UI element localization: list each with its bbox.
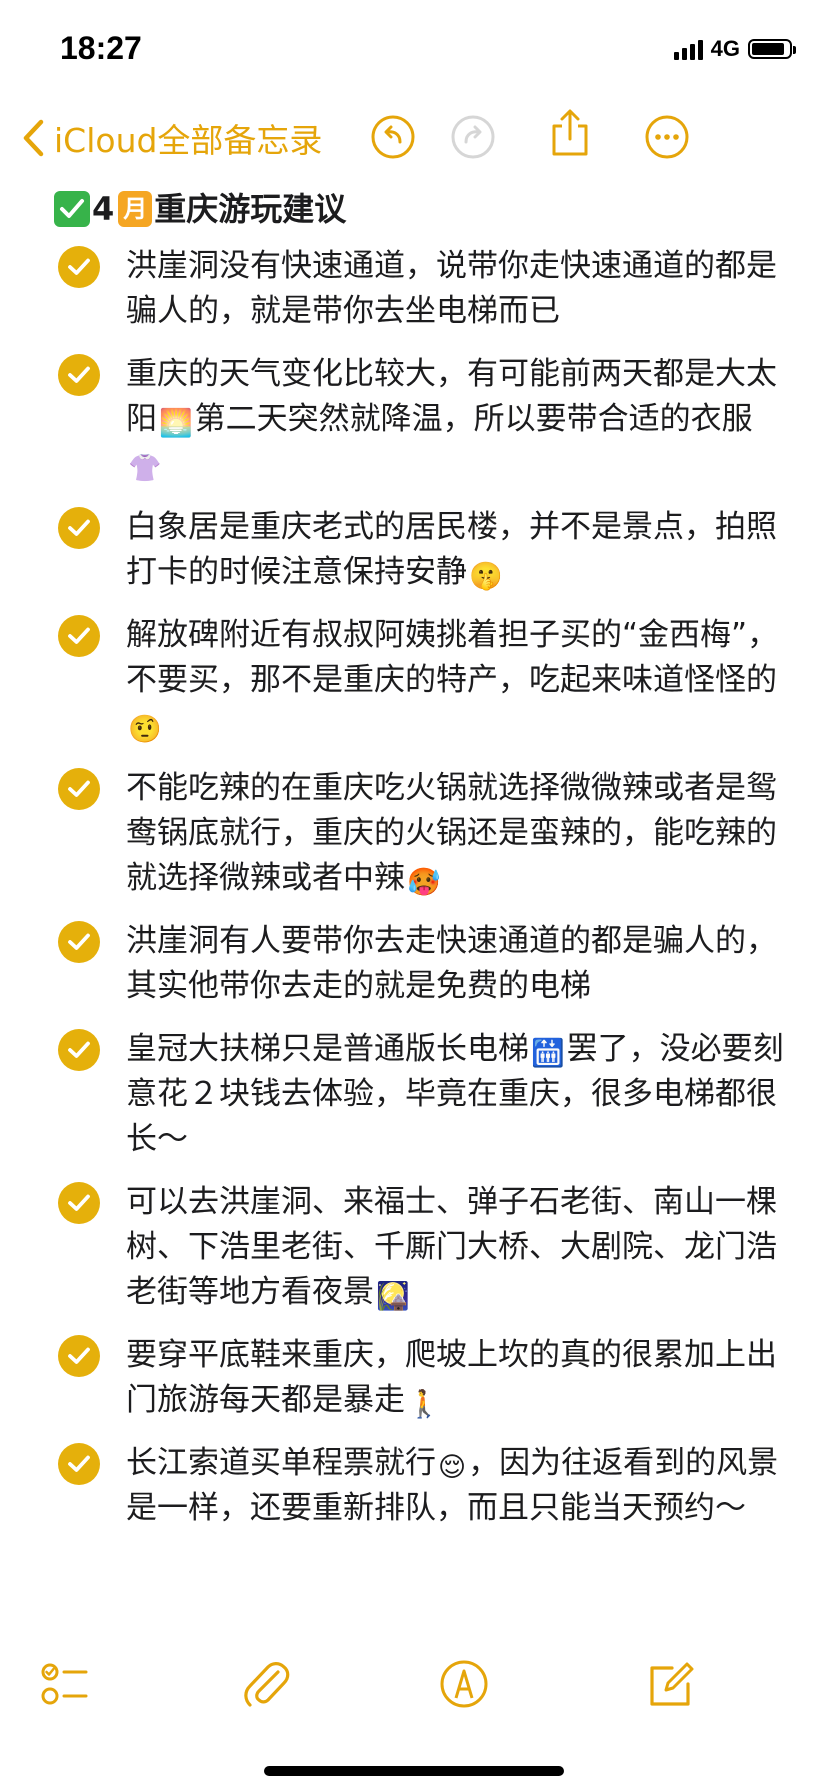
item-text: 长江索道买单程票就行 xyxy=(126,1445,436,1481)
note-title[interactable]: 4 月 重庆游玩建议 xyxy=(54,188,346,230)
hot-face-emoji-icon: 🥵 xyxy=(407,867,441,898)
bottom-toolbar xyxy=(0,1652,828,1742)
checklist-item[interactable]: 长江索道买单程票就行😌，因为往返看到的风景是一样，还要重新排队，而且只能当天预约… xyxy=(0,1441,828,1531)
more-icon[interactable] xyxy=(644,114,690,160)
title-number: 4 xyxy=(92,190,115,228)
status-bar: 18:27 4G xyxy=(0,0,828,96)
moon-viewing-emoji-icon: 🎑 xyxy=(376,1281,410,1312)
network-type: 4G xyxy=(710,36,740,61)
checklist: 洪崖洞没有快速通道，说带你走快速通道的都是骗人的，就是带你去坐电梯而已 重庆的天… xyxy=(0,244,828,1549)
elevator-emoji-icon: 🛗 xyxy=(531,1038,565,1069)
checklist-item[interactable]: 洪崖洞有人要带你去走快速通道的都是骗人的，其实他带你去走的就是免费的电梯 xyxy=(0,919,828,1009)
checked-circle-icon[interactable] xyxy=(58,615,100,657)
relieved-face-emoji-icon: 😌 xyxy=(438,1452,467,1483)
checklist-item[interactable]: 白象居是重庆老式的居民楼，并不是景点，拍照打卡的时候注意保持安静🤫 xyxy=(0,505,828,595)
checklist-item[interactable]: 可以去洪崖洞、来福士、弹子石老街、南山一棵树、下浩里老街、千厮门大桥、大剧院、龙… xyxy=(0,1180,828,1315)
item-text: 要穿平底鞋来重庆，爬坡上坎的真的很累加上出门旅游每天都是暴走 xyxy=(126,1337,777,1418)
redo-icon[interactable] xyxy=(450,114,496,160)
cellular-signal-icon xyxy=(673,38,703,60)
item-text: 洪崖洞没有快速通道，说带你走快速通道的都是骗人的，就是带你去坐电梯而已 xyxy=(126,248,777,329)
paperclip-icon[interactable] xyxy=(238,1656,294,1712)
undo-icon[interactable] xyxy=(370,114,416,160)
item-text: 解放碑附近有叔叔阿姨挑着担子买的“金西梅”，不要买，那不是重庆的特产，吃起来味道… xyxy=(126,617,779,698)
back-button[interactable]: iCloud全部备忘录 xyxy=(22,114,322,162)
blouse-emoji-icon: 👚 xyxy=(128,453,162,484)
checked-circle-icon[interactable] xyxy=(58,507,100,549)
checked-circle-icon[interactable] xyxy=(58,1443,100,1485)
checklist-icon[interactable] xyxy=(38,1656,94,1712)
checked-circle-icon[interactable] xyxy=(58,921,100,963)
checked-circle-icon[interactable] xyxy=(58,1029,100,1071)
checklist-item[interactable]: 皇冠大扶梯只是普通版长电梯🛗罢了，没必要刻意花２块钱去体验，毕竟在重庆，很多电梯… xyxy=(0,1027,828,1162)
shushing-face-emoji-icon: 🤫 xyxy=(469,561,503,592)
title-text: 重庆游玩建议 xyxy=(154,190,347,228)
battery-icon xyxy=(748,39,796,59)
home-indicator[interactable] xyxy=(264,1766,564,1776)
markup-pen-icon[interactable] xyxy=(436,1656,492,1712)
sunrise-emoji-icon: 🌅 xyxy=(159,408,193,439)
check-mark-emoji-icon xyxy=(54,191,90,227)
checklist-item[interactable]: 要穿平底鞋来重庆，爬坡上坎的真的很累加上出门旅游每天都是暴走🚶 xyxy=(0,1333,828,1423)
checklist-item[interactable]: 洪崖洞没有快速通道，说带你走快速通道的都是骗人的，就是带你去坐电梯而已 xyxy=(0,244,828,334)
compose-icon[interactable] xyxy=(642,1656,698,1712)
checked-circle-icon[interactable] xyxy=(58,1182,100,1224)
item-text: 洪崖洞有人要带你去走快速通道的都是骗人的，其实他带你去走的就是免费的电梯 xyxy=(126,923,777,1004)
checklist-item[interactable]: 解放碑附近有叔叔阿姨挑着担子买的“金西梅”，不要买，那不是重庆的特产，吃起来味道… xyxy=(0,613,828,748)
walking-person-emoji-icon: 🚶 xyxy=(407,1389,441,1420)
chevron-left-icon xyxy=(23,119,44,157)
back-button-label: iCloud全部备忘录 xyxy=(54,121,323,160)
status-time: 18:27 xyxy=(60,30,142,66)
raised-eyebrow-emoji-icon: 🤨 xyxy=(128,714,162,745)
checked-circle-icon[interactable] xyxy=(58,768,100,810)
checked-circle-icon[interactable] xyxy=(58,1335,100,1377)
item-text: 白象居是重庆老式的居民楼，并不是景点，拍照打卡的时候注意保持安静 xyxy=(126,509,777,590)
checklist-item[interactable]: 重庆的天气变化比较大，有可能前两天都是大太阳🌅第二天突然就降温，所以要带合适的衣… xyxy=(0,352,828,487)
battery-level xyxy=(752,43,785,55)
item-text: 皇冠大扶梯只是普通版长电梯 xyxy=(126,1031,529,1067)
checked-circle-icon[interactable] xyxy=(58,354,100,396)
item-text: 不能吃辣的在重庆吃火锅就选择微微辣或者是鸳鸯锅底就行，重庆的火锅还是蛮辣的，能吃… xyxy=(126,770,777,896)
nav-bar: iCloud全部备忘录 xyxy=(0,104,828,180)
checked-circle-icon[interactable] xyxy=(58,246,100,288)
month-emoji-icon: 月 xyxy=(118,191,153,227)
item-text: 可以去洪崖洞、来福士、弹子石老街、南山一棵树、下浩里老街、千厮门大桥、大剧院、龙… xyxy=(126,1184,777,1310)
item-text-cont: 第二天突然就降温，所以要带合适的衣服 xyxy=(194,401,753,437)
share-icon[interactable] xyxy=(548,108,592,158)
checklist-item[interactable]: 不能吃辣的在重庆吃火锅就选择微微辣或者是鸳鸯锅底就行，重庆的火锅还是蛮辣的，能吃… xyxy=(0,766,828,901)
status-indicators: 4G xyxy=(673,36,796,62)
